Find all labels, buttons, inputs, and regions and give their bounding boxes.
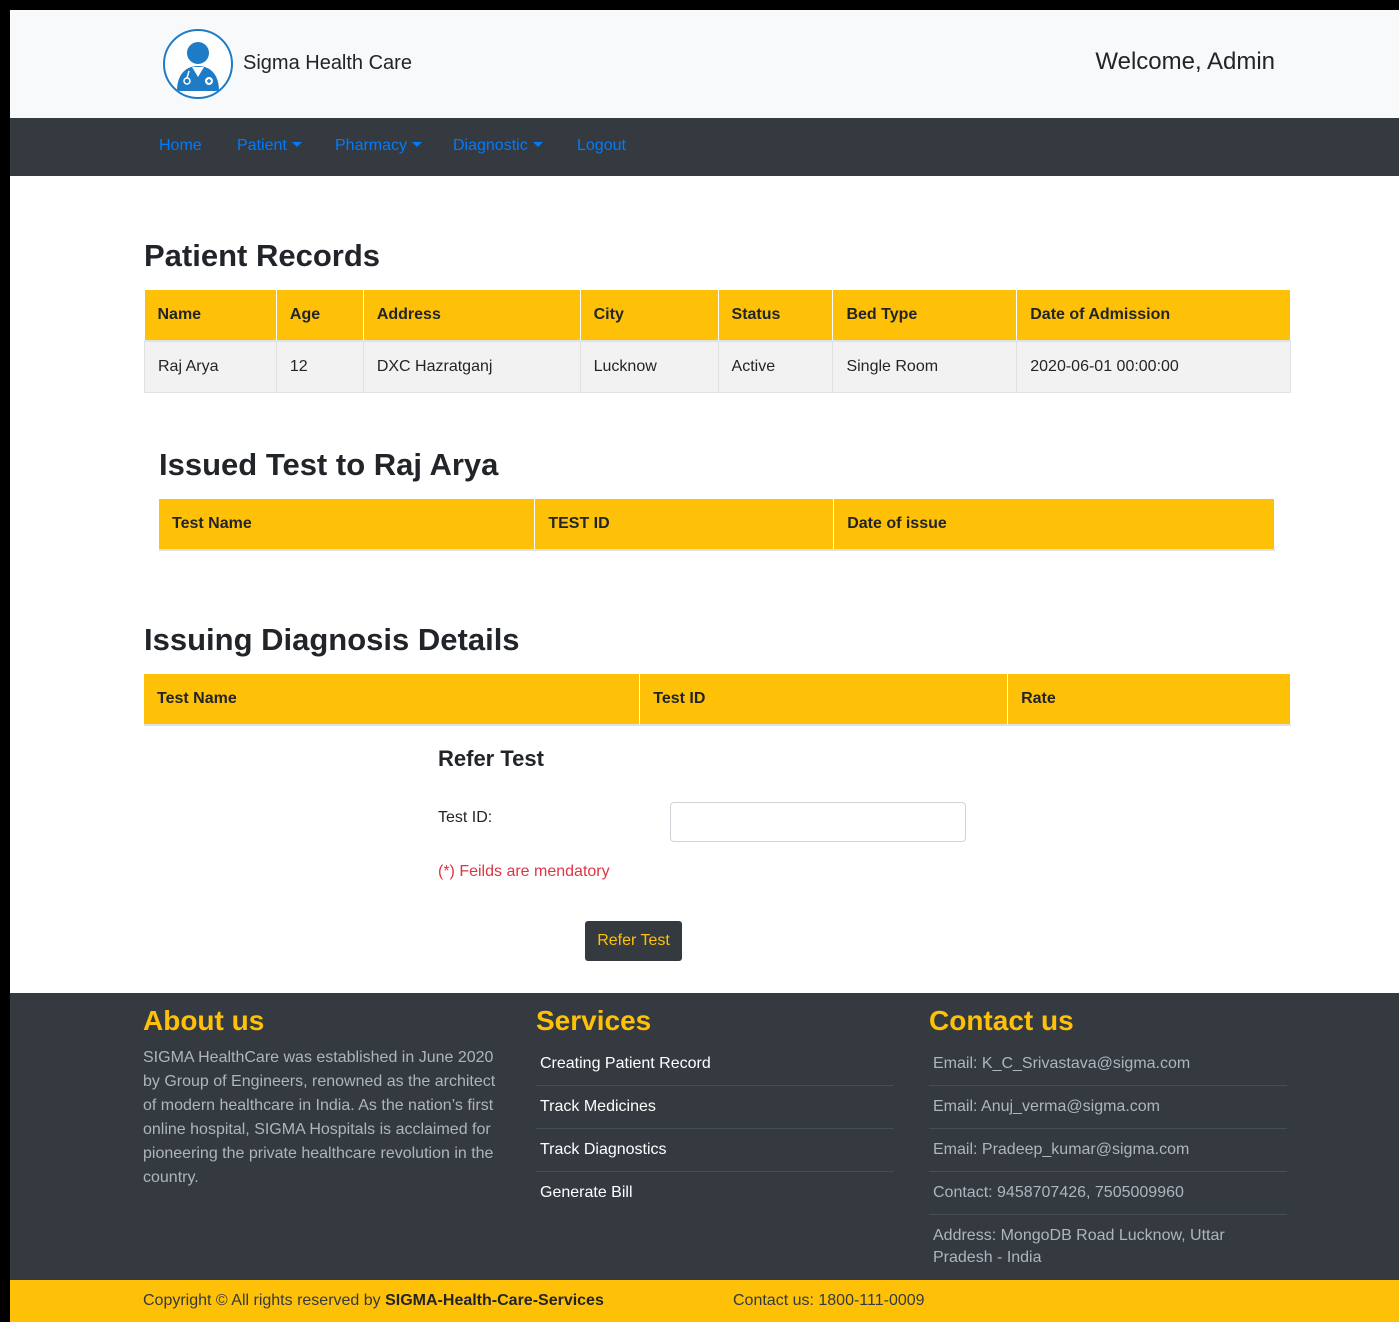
- column-header: Name: [144, 290, 277, 342]
- main-navbar: Home Patient Pharmacy Diagnostic Logout: [10, 118, 1399, 176]
- table-cell: 12: [276, 341, 364, 393]
- page: Sigma Health Care Welcome, Admin Home Pa…: [10, 10, 1399, 1322]
- nav-diagnostic-dropdown[interactable]: Diagnostic: [453, 137, 543, 155]
- nav-diagnostic-label: Diagnostic: [453, 137, 528, 154]
- patient-records-table: Name Age Address City Status Bed Type Da…: [144, 290, 1291, 393]
- contact-list: Email: K_C_Srivastava@sigma.com Email: A…: [929, 1043, 1287, 1279]
- table-row: Raj Arya 12 DXC Hazratganj Lucknow Activ…: [144, 341, 1291, 393]
- test-id-input[interactable]: [670, 802, 966, 842]
- table-cell: Active: [718, 341, 834, 393]
- mandatory-note: (*) Feilds are mendatory: [438, 863, 610, 880]
- nav-patient-dropdown[interactable]: Patient: [237, 137, 302, 155]
- patient-records-title: Patient Records: [144, 238, 381, 273]
- copyright-text: Copyright © All rights reserved by SIGMA…: [143, 1292, 604, 1310]
- column-header: Rate: [1007, 674, 1291, 726]
- nav-pharmacy-dropdown[interactable]: Pharmacy: [335, 137, 423, 155]
- column-header: Test ID: [639, 674, 1009, 726]
- service-link[interactable]: Creating Patient Record: [536, 1043, 894, 1086]
- contact-us-title: Contact us: [929, 1005, 1074, 1036]
- table-header-row: Name Age Address City Status Bed Type Da…: [144, 290, 1291, 342]
- nav-patient-label: Patient: [237, 137, 287, 154]
- table-header-row: Test Name Test ID Rate: [144, 674, 1291, 726]
- nav-home-label: Home: [159, 137, 202, 154]
- column-header: Age: [276, 290, 364, 342]
- nav-home[interactable]: Home: [159, 137, 202, 155]
- column-header: Test Name: [144, 674, 641, 726]
- column-header: City: [580, 290, 719, 342]
- copyright-prefix: Copyright © All rights reserved by: [143, 1292, 386, 1309]
- welcome-message: Welcome, Admin: [1095, 48, 1275, 75]
- service-link[interactable]: Generate Bill: [536, 1172, 894, 1214]
- refer-test-title: Refer Test: [438, 746, 544, 771]
- header: Sigma Health Care Welcome, Admin: [10, 10, 1399, 118]
- service-link[interactable]: Track Medicines: [536, 1086, 894, 1129]
- nav-pharmacy-label: Pharmacy: [335, 137, 408, 154]
- contact-address: Address: MongoDB Road Lucknow, Uttar Pra…: [933, 1227, 1225, 1266]
- table-cell: Raj Arya: [144, 341, 277, 393]
- table-cell: Single Room: [832, 341, 1018, 393]
- copyright-owner: SIGMA-Health-Care-Services: [385, 1292, 604, 1309]
- contact-phone: Contact: 9458707426, 7505009960: [929, 1172, 1287, 1215]
- services-list: Creating Patient Record Track Medicines …: [536, 1043, 894, 1214]
- column-header: Date of issue: [833, 499, 1275, 551]
- column-header: Status: [718, 290, 834, 342]
- caret-down-icon: [412, 142, 423, 147]
- services-title: Services: [536, 1005, 652, 1036]
- diagnosis-details-title: Issuing Diagnosis Details: [144, 622, 520, 657]
- copyright-bar: Copyright © All rights reserved by SIGMA…: [10, 1280, 1399, 1322]
- table-cell: DXC Hazratganj: [363, 341, 581, 393]
- column-header: TEST ID: [534, 499, 835, 551]
- issued-tests-title: Issued Test to Raj Arya: [159, 447, 499, 482]
- contact-email: Email: Anuj_verma@sigma.com: [929, 1086, 1287, 1129]
- diagnosis-details-table: Test Name Test ID Rate: [144, 674, 1291, 726]
- service-link[interactable]: Track Diagnostics: [536, 1129, 894, 1172]
- footer: About us SIGMA HealthCare was establishe…: [10, 993, 1399, 1280]
- test-id-label: Test ID:: [438, 809, 493, 826]
- nav-logout[interactable]: Logout: [577, 137, 626, 155]
- table-cell: 2020-06-01 00:00:00: [1016, 341, 1291, 393]
- about-us-text: SIGMA HealthCare was established in June…: [143, 1049, 496, 1186]
- column-header: Address: [363, 290, 581, 342]
- caret-down-icon: [532, 142, 543, 147]
- doctor-logo-icon: [163, 29, 233, 99]
- contact-email: Email: K_C_Srivastava@sigma.com: [929, 1043, 1287, 1086]
- caret-down-icon: [291, 142, 302, 147]
- table-header-row: Test Name TEST ID Date of issue: [159, 499, 1275, 551]
- column-header: Bed Type: [832, 290, 1018, 342]
- contact-line: Contact us: 1800-111-0009: [733, 1292, 925, 1309]
- brand-name: Sigma Health Care: [243, 52, 412, 74]
- contact-email: Email: Pradeep_kumar@sigma.com: [929, 1129, 1287, 1172]
- table-cell: Lucknow: [580, 341, 719, 393]
- column-header: Test Name: [159, 499, 536, 551]
- about-us-title: About us: [143, 1005, 265, 1036]
- column-header: Date of Admission: [1016, 290, 1291, 342]
- issued-tests-table: Test Name TEST ID Date of issue: [159, 499, 1275, 551]
- refer-test-button[interactable]: Refer Test: [585, 921, 682, 961]
- nav-logout-label: Logout: [577, 137, 626, 154]
